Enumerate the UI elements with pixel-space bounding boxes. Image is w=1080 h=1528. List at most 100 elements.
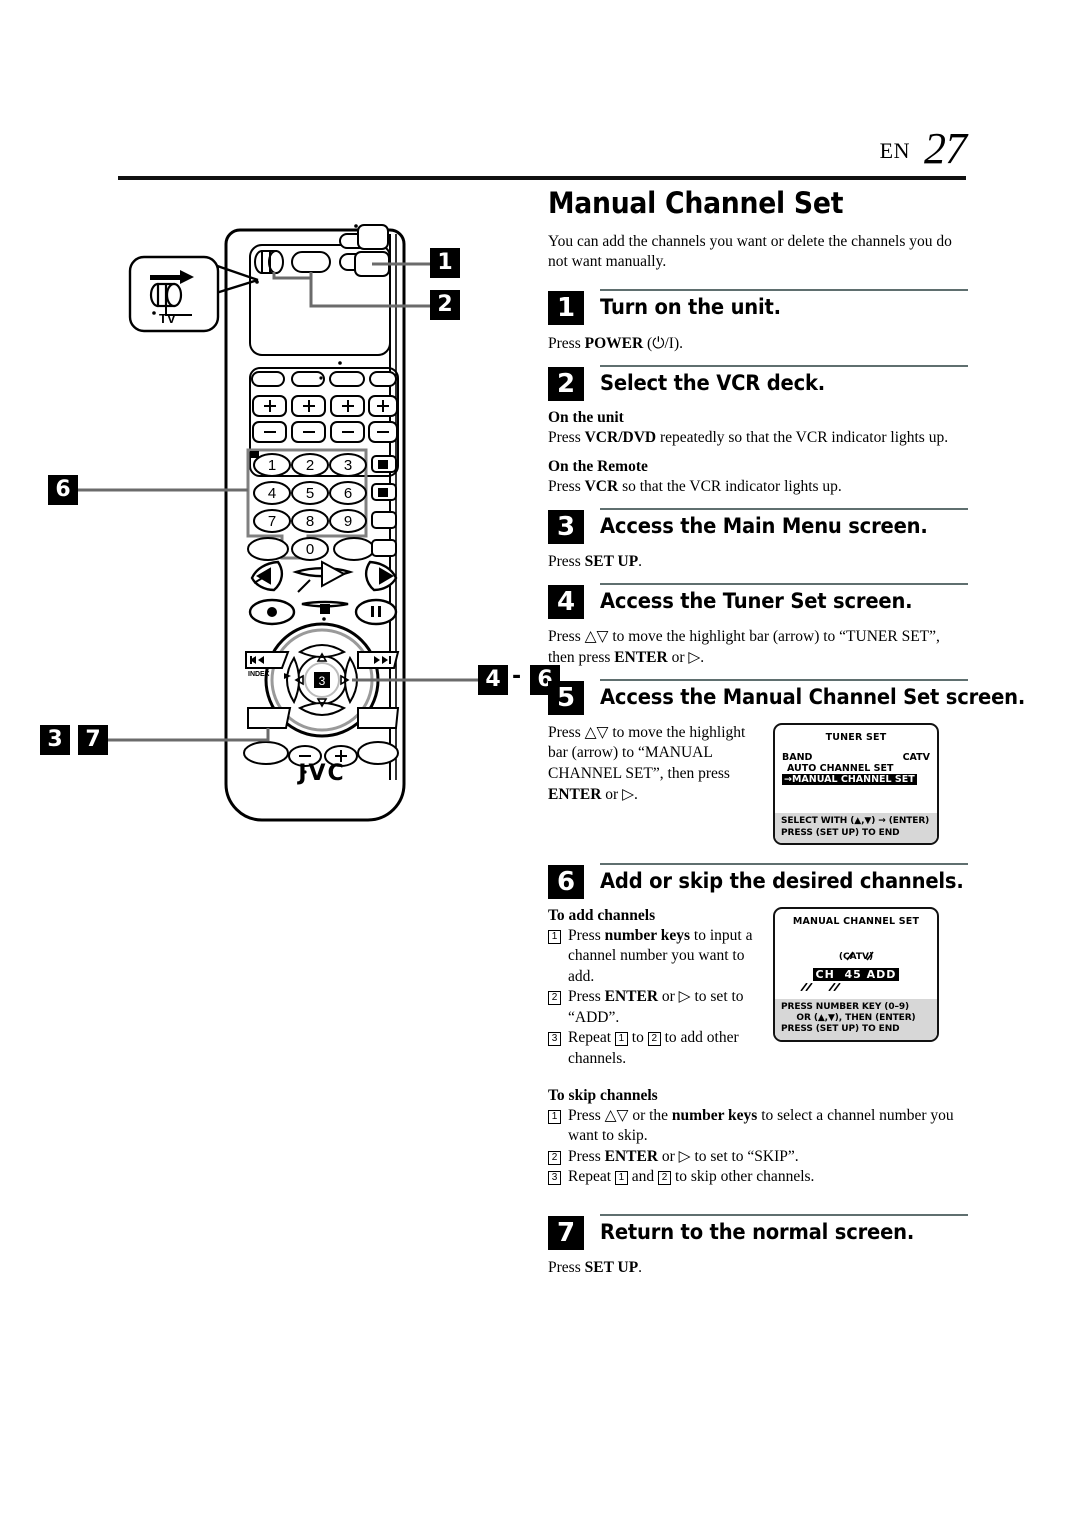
step-5-title: Access the Manual Channel Set screen.: [600, 684, 1026, 709]
item-ref-2: 2: [647, 1031, 661, 1046]
instructions-column: Manual Channel Set You can add the chann…: [548, 186, 1025, 1289]
step-divider: [600, 1213, 968, 1216]
osd-mcs-channel-number: 45: [844, 967, 862, 981]
intro-paragraph: You can add the channels you want or del…: [548, 233, 952, 271]
header-divider: [118, 176, 966, 180]
osd-mcs-channel-state: ADD: [866, 967, 897, 981]
step-6-skip-head: To skip channels: [548, 1086, 658, 1104]
step-divider: [600, 288, 968, 291]
item-number: 2: [548, 991, 561, 1006]
step-6: 6 Add or skip the desired channels. To a…: [548, 862, 968, 1188]
osd-mcs-channel-row: CH 45 ADD: [812, 967, 900, 981]
step-7: 7 Return to the normal screen. Press SET…: [548, 1213, 968, 1279]
svg-text:9: 9: [344, 513, 352, 530]
osd-tuner-set: TUNER SET BAND CATV AUTO CHANNEL SET →MA…: [773, 722, 939, 845]
page-header: EN 27: [118, 124, 967, 180]
remote-vcr-button: [291, 251, 331, 273]
item-number: 1: [548, 1109, 561, 1124]
osd-footer-line-1: SELECT WITH (▲,▼) → (ENTER): [781, 816, 930, 827]
osd-mcs-footer-line-3: PRESS (SET UP) TO END: [781, 1024, 900, 1035]
osd-manual-channel-set: MANUAL CHANNEL SET (CATV) CH 45 ADD PRES…: [773, 906, 939, 1042]
step-2-subhead-remote: On the Remote: [548, 458, 648, 476]
step-2-title: Select the VCR deck.: [600, 370, 826, 395]
list-item: 1 Press number keys to input a channel n…: [548, 926, 763, 987]
svg-text:0: 0: [306, 541, 314, 558]
step-3-title: Access the Main Menu screen.: [600, 514, 928, 539]
callout-range-dash: -: [512, 664, 522, 689]
step-7-body: Press SET UP.: [548, 1258, 643, 1276]
step-1-body: Press POWER (⏻/I).: [548, 333, 683, 352]
step-1-title: Turn on the unit.: [600, 294, 781, 319]
blink-indicator-icon: [800, 982, 841, 991]
step-divider: [600, 364, 968, 367]
svg-text:7: 7: [268, 513, 276, 530]
osd-manual-channel-set-highlight: →MANUAL CHANNEL SET: [782, 773, 917, 786]
osd-band-value: CATV: [902, 751, 930, 763]
step-divider: [600, 862, 968, 865]
step-divider: [600, 582, 968, 585]
step-7-badge: 7: [548, 1215, 584, 1250]
svg-text:3: 3: [319, 674, 326, 688]
osd-footer-line-2: PRESS (SET UP) TO END: [781, 827, 900, 838]
item-number: 3: [548, 1171, 561, 1186]
svg-text:8: 8: [306, 513, 314, 530]
osd-tuner-set-footer: SELECT WITH (▲,▼) → (ENTER) PRESS (SET U…: [775, 813, 937, 843]
step-3-body: Press SET UP.: [548, 553, 643, 571]
step-2: 2 Select the VCR deck. On the unit Press…: [548, 364, 968, 499]
callout-3: 3: [40, 725, 70, 755]
osd-auto-channel-set: AUTO CHANNEL SET: [787, 762, 894, 774]
index-label: INDEX: [248, 671, 270, 678]
svg-text:5: 5: [306, 485, 314, 502]
page-title: Manual Channel Set: [548, 186, 844, 220]
osd-tuner-set-title: TUNER SET: [825, 731, 887, 743]
item-number: 2: [548, 1150, 561, 1165]
tv-switch-label: TV: [159, 311, 176, 326]
step-2-badge: 2: [548, 366, 584, 401]
step-6-add-list: 1 Press number keys to input a channel n…: [548, 926, 763, 1069]
callout-7: 7: [78, 725, 108, 755]
remote-control-figure: 1 2 3 4 5 6 7 8 9 0 3 INDEX JVC TV 1 2 6 3 7 4…: [0, 200, 560, 860]
svg-text:6: 6: [344, 485, 352, 502]
osd-mcs-band: (CATV): [839, 951, 874, 962]
brand-logo: JVC: [296, 761, 345, 786]
item-ref-2: 2: [658, 1170, 672, 1185]
list-item: 2 Press ENTER or ▷ to set to “SKIP”.: [548, 1147, 968, 1167]
remote-tv-vcr-switch: [254, 250, 284, 274]
step-5: 5 Access the Manual Channel Set screen. …: [548, 678, 1025, 845]
item-ref-1: 1: [614, 1170, 628, 1185]
step-5-body: Press △▽ to move the highlight bar (arro…: [548, 723, 746, 803]
step-divider: [600, 508, 968, 511]
osd-mcs-footer: PRESS NUMBER KEY (0–9) OR (▲,▼), THEN (E…: [775, 998, 937, 1040]
list-item: 2 Press ENTER or ▷ to set to “ADD”.: [548, 987, 763, 1028]
step-divider: [600, 678, 968, 681]
step-2-body-remote: Press VCR so that the VCR indicator ligh…: [548, 478, 842, 496]
step-4-title: Access the Tuner Set screen.: [600, 588, 913, 613]
callout-1: 1: [430, 248, 460, 278]
osd-mcs-title: MANUAL CHANNEL SET: [792, 915, 920, 927]
step-6-badge: 6: [548, 864, 584, 899]
osd-mcs-footer-line-1: PRESS NUMBER KEY (0–9): [781, 1001, 910, 1012]
svg-text:1: 1: [268, 457, 276, 474]
step-4-body: Press △▽ to move the highlight bar (arro…: [548, 627, 940, 666]
step-7-title: Return to the normal screen.: [600, 1219, 915, 1244]
step-1-badge: 1: [548, 290, 584, 325]
step-6-title: Add or skip the desired channels.: [600, 868, 964, 893]
step-2-subhead-unit: On the unit: [548, 408, 624, 426]
language-code: EN: [879, 138, 910, 163]
svg-text:4: 4: [268, 485, 276, 502]
callout-2: 2: [430, 290, 460, 320]
tv-switch-detail-box: TV: [128, 255, 220, 333]
step-6-add-head: To add channels: [548, 906, 656, 924]
svg-text:3: 3: [344, 457, 352, 474]
item-ref-1: 1: [614, 1031, 628, 1046]
list-item: 3 Repeat 1 to 2 to add other channels.: [548, 1028, 763, 1069]
step-3: 3 Access the Main Menu screen. Press SET…: [548, 508, 968, 573]
step-5-badge: 5: [548, 680, 584, 715]
svg-text:2: 2: [306, 457, 314, 474]
step-3-badge: 3: [548, 510, 584, 545]
item-number: 1: [548, 929, 561, 944]
step-4-badge: 4: [548, 584, 584, 619]
osd-mcs-footer-line-2: OR (▲,▼), THEN (ENTER): [796, 1013, 916, 1024]
step-1: 1 Turn on the unit. Press POWER (⏻/I).: [548, 288, 968, 355]
step-6-skip-list: 1 Press △▽ or the number keys to select …: [548, 1106, 968, 1188]
